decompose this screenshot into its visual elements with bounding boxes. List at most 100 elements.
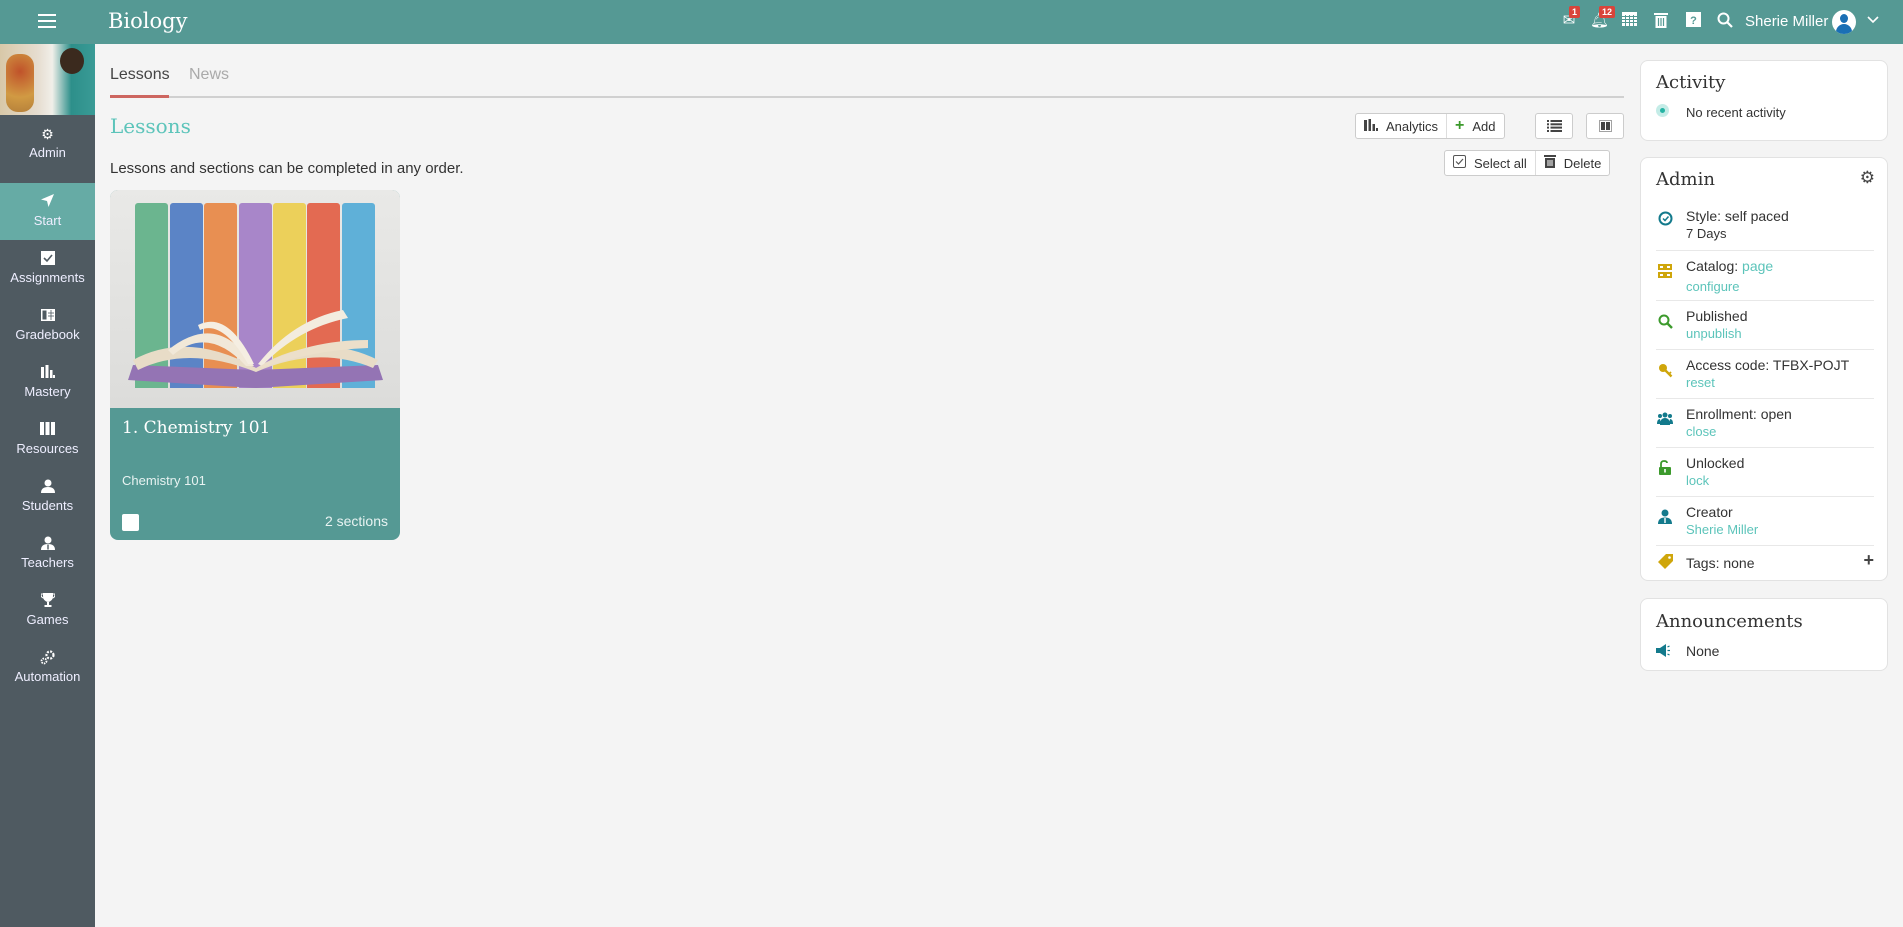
admin-row-enrollment: Enrollment: open close <box>1656 399 1874 448</box>
trophy-icon <box>0 593 95 609</box>
sidebar-item-label: Gradebook <box>15 327 80 342</box>
admin-row-tags: Tags: none + <box>1656 546 1874 580</box>
admin-panel: Admin ⚙ Style: self paced 7 Days Catalog… <box>1640 157 1888 581</box>
announcements-text: None <box>1686 643 1720 659</box>
gear-icon: ⚙ <box>41 126 54 142</box>
key-icon <box>1656 363 1674 381</box>
svg-text:?: ? <box>1690 15 1697 27</box>
teacher-icon <box>0 536 95 552</box>
admin-title: Admin <box>1656 169 1715 190</box>
checkbox-icon <box>1453 155 1466 171</box>
sidebar-item-label: Resources <box>16 441 79 456</box>
lesson-image <box>110 190 400 408</box>
add-tag-icon[interactable]: + <box>1863 550 1874 571</box>
lock-link[interactable]: lock <box>1686 473 1709 488</box>
menu-icon[interactable] <box>38 14 56 28</box>
grid-view-button[interactable] <box>1586 113 1624 139</box>
sidebar-item-teachers[interactable]: Teachers <box>0 525 95 582</box>
avatar[interactable] <box>1832 10 1856 34</box>
list-view-icon <box>1539 114 1570 138</box>
creator-icon <box>1656 509 1674 527</box>
clock-icon <box>1656 211 1674 229</box>
gradebook-icon <box>0 308 95 324</box>
sidebar-item-label: Students <box>21 498 74 513</box>
announcements-panel: Announcements None <box>1640 598 1888 671</box>
activity-text: No recent activity <box>1686 105 1786 120</box>
sidebar-item-start[interactable]: Start <box>0 183 95 240</box>
sidebar-item-assignments[interactable]: Assignments <box>0 240 95 297</box>
chevron-down-icon[interactable] <box>1866 12 1880 29</box>
style-text: Style: self paced <box>1686 208 1789 224</box>
admin-row-catalog: Catalog: page configure <box>1656 251 1874 301</box>
sidebar-item-label: Automation <box>14 669 81 684</box>
access-code-text: Access code: TFBX-POJT <box>1686 357 1850 373</box>
plus-icon: + <box>1455 117 1465 134</box>
sidebar-item-label: Start <box>33 213 62 228</box>
reset-link[interactable]: reset <box>1686 375 1715 390</box>
analytics-add-group: Analytics + Add <box>1355 113 1505 139</box>
trash-icon[interactable] <box>1652 12 1670 30</box>
configure-link[interactable]: configure <box>1686 279 1739 294</box>
admin-row-creator: Creator Sherie Miller <box>1656 497 1874 546</box>
sidebar: ⚙ Admin Start Assignments Gradebook Mast… <box>0 44 95 927</box>
delete-button[interactable]: Delete <box>1534 151 1610 175</box>
analytics-button[interactable]: Analytics <box>1356 114 1446 138</box>
unlocked-icon <box>1656 460 1674 478</box>
sidebar-item-admin[interactable]: ⚙ Admin <box>0 115 95 172</box>
page-title: Lessons <box>110 114 191 138</box>
lesson-card[interactable]: 1. Chemistry 101 Chemistry 101 2 section… <box>110 190 400 540</box>
books-icon <box>0 422 95 438</box>
help-icon[interactable]: ? <box>1684 12 1702 30</box>
lesson-checkbox[interactable] <box>122 514 139 531</box>
catalog-page-link[interactable]: page <box>1742 258 1773 274</box>
sidebar-item-resources[interactable]: Resources <box>0 411 95 468</box>
tag-icon <box>1656 554 1674 572</box>
sidebar-item-automation[interactable]: Automation <box>0 639 95 696</box>
sidebar-item-label: Games <box>26 612 69 627</box>
lesson-sections-count: 2 sections <box>324 513 388 529</box>
app-title: Biology <box>108 9 188 33</box>
search-icon[interactable] <box>1716 12 1734 30</box>
calendar-icon[interactable] <box>1620 12 1638 30</box>
add-button[interactable]: + Add <box>1446 114 1503 138</box>
close-enrollment-link[interactable]: close <box>1686 424 1716 439</box>
admin-row-access-code: Access code: TFBX-POJT reset <box>1656 350 1874 399</box>
sidebar-item-mastery[interactable]: Mastery <box>0 354 95 411</box>
admin-row-lock: Unlocked lock <box>1656 448 1874 497</box>
catalog-icon <box>1656 264 1674 281</box>
delete-label: Delete <box>1563 155 1602 171</box>
sidebar-item-games[interactable]: Games <box>0 582 95 639</box>
selection-group: Select all Delete <box>1444 150 1611 176</box>
sidebar-item-label: Admin <box>29 145 66 160</box>
sidebar-item-gradebook[interactable]: Gradebook <box>0 297 95 354</box>
tags-text: Tags: none <box>1686 555 1755 571</box>
course-image[interactable] <box>0 44 95 115</box>
list-view-button[interactable] <box>1535 113 1573 139</box>
activity-dot-icon <box>1656 104 1669 117</box>
activity-panel: Activity No recent activity <box>1640 60 1888 141</box>
unpublish-link[interactable]: unpublish <box>1686 326 1742 341</box>
creator-link[interactable]: Sherie Miller <box>1686 522 1758 537</box>
lock-status-text: Unlocked <box>1686 455 1745 471</box>
catalog-text: Catalog: page <box>1686 258 1773 274</box>
creator-label: Creator <box>1686 504 1733 520</box>
notifications-icon[interactable]: 🔔︎ 12 <box>1590 6 1616 30</box>
tab-news[interactable]: News <box>189 66 229 84</box>
sidebar-item-label: Assignments <box>10 270 85 285</box>
top-bar: Biology ✉ 1 🔔︎ 12 ? Sherie Miller <box>0 0 1903 44</box>
megaphone-icon <box>1656 644 1670 660</box>
messages-icon[interactable]: ✉ 1 <box>1560 6 1581 30</box>
admin-row-published: Published unpublish <box>1656 301 1874 350</box>
lesson-title[interactable]: 1. Chemistry 101 <box>122 418 270 438</box>
gear-icon[interactable]: ⚙ <box>1860 168 1875 188</box>
select-all-button[interactable]: Select all <box>1445 151 1535 175</box>
enrollment-text: Enrollment: open <box>1686 406 1792 422</box>
bar-chart-icon <box>0 365 95 381</box>
catalog-label: Catalog: <box>1686 258 1743 274</box>
sidebar-item-students[interactable]: Students <box>0 468 95 525</box>
lesson-subtitle: Chemistry 101 <box>122 473 206 488</box>
tab-lessons[interactable]: Lessons <box>110 66 170 98</box>
user-name[interactable]: Sherie Miller <box>1745 13 1828 30</box>
analytics-label: Analytics <box>1386 118 1439 134</box>
student-icon <box>0 479 95 495</box>
